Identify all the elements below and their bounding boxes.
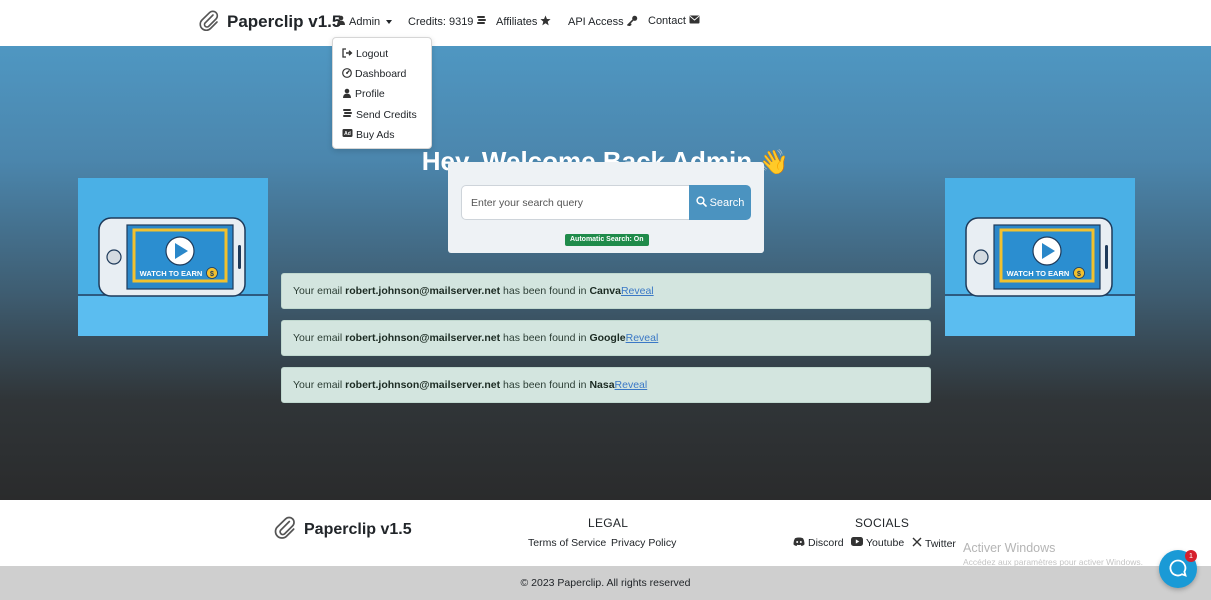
nav-affiliates[interactable]: Affiliates: [496, 15, 551, 29]
nav-user-label: Admin: [349, 15, 381, 28]
user-icon: [336, 15, 346, 28]
dropdown-item-label: Profile: [355, 88, 385, 101]
brand-logo[interactable]: Paperclip v1.5: [197, 8, 341, 36]
paperclip-icon: [197, 9, 221, 36]
ad-text: WATCH TO EARN: [140, 269, 203, 278]
dropdown-item-label: Logout: [356, 48, 389, 61]
discord-icon: [793, 537, 805, 549]
caret-down-icon: [386, 19, 393, 24]
ad-banner-right[interactable]: WATCH TO EARN $: [945, 178, 1135, 336]
dropdown-item-dashboard[interactable]: Dashboard: [333, 64, 431, 84]
reveal-link[interactable]: Reveal: [626, 332, 659, 344]
copyright-text: © 2023 Paperclip. All rights reserved: [520, 577, 691, 589]
dropdown-item-label: Buy Ads: [356, 128, 395, 141]
socials-heading: SOCIALS: [855, 516, 910, 530]
youtube-link[interactable]: Youtube: [851, 537, 904, 549]
footer-brand[interactable]: Paperclip v1.5: [272, 515, 412, 544]
search-icon: [695, 195, 707, 210]
result-alert: Your email robert.johnson@mailserver.net…: [281, 273, 931, 309]
reveal-link[interactable]: Reveal: [621, 285, 654, 297]
discord-label: Discord: [808, 537, 844, 549]
ad-banner-left[interactable]: WATCH TO EARN $: [78, 178, 268, 336]
result-alert: Your email robert.johnson@mailserver.net…: [281, 320, 931, 356]
privacy-link[interactable]: Privacy Policy: [611, 537, 676, 549]
nav-affiliates-label: Affiliates: [496, 16, 538, 28]
result-middle: has been found in: [500, 332, 590, 344]
nav-user-menu[interactable]: Admin: [336, 15, 393, 28]
svg-text:$: $: [210, 271, 214, 278]
result-prefix: Your email: [293, 379, 346, 391]
search-button-label: Search: [709, 196, 745, 209]
svg-text:$: $: [1077, 271, 1081, 278]
footer-brand-name: Paperclip v1.5: [304, 520, 412, 538]
nav-api-access[interactable]: API Access: [568, 15, 638, 29]
dropdown-item-logout[interactable]: Logout: [333, 44, 431, 64]
reveal-link[interactable]: Reveal: [615, 379, 648, 391]
result-source: Google: [589, 332, 626, 344]
dropdown-item-label: Dashboard: [355, 68, 407, 81]
paperclip-icon: [272, 515, 298, 544]
star-icon: [540, 15, 551, 29]
nav-credits-label: Credits: 9319: [408, 15, 474, 28]
dashboard-icon: [342, 67, 352, 81]
ad-icon: Ad: [342, 128, 353, 141]
result-alert: Your email robert.johnson@mailserver.net…: [281, 367, 931, 403]
automatic-search-badge[interactable]: Automatic Search: On: [565, 234, 649, 246]
result-email: robert.johnson@mailserver.net: [345, 379, 501, 391]
key-icon: [626, 15, 638, 29]
youtube-label: Youtube: [866, 537, 905, 549]
dropdown-item-send-credits[interactable]: Send Credits: [333, 105, 431, 125]
x-twitter-icon: [912, 537, 922, 550]
twitter-label: Twitter: [925, 537, 956, 550]
discord-link[interactable]: Discord: [793, 537, 844, 549]
youtube-icon: [851, 537, 863, 549]
dropdown-item-profile[interactable]: Profile: [333, 84, 431, 104]
user-icon: [342, 88, 352, 101]
result-email: robert.johnson@mailserver.net: [345, 285, 501, 297]
logout-icon: [342, 47, 353, 61]
terms-link[interactable]: Terms of Service: [528, 537, 606, 549]
footer: Paperclip v1.5 LEGAL Terms of Service Pr…: [0, 500, 1211, 567]
twitter-link[interactable]: Twitter: [912, 537, 956, 550]
navbar: Paperclip v1.5 Admin Credits: 9319 Affil…: [0, 0, 1211, 46]
nav-credits[interactable]: Credits: 9319: [408, 15, 487, 28]
chat-notification-badge: 1: [1185, 550, 1197, 562]
coins-icon: [476, 15, 487, 28]
legal-heading: LEGAL: [588, 516, 629, 530]
copyright-bar: © 2023 Paperclip. All rights reserved: [0, 566, 1211, 600]
result-middle: has been found in: [500, 379, 590, 391]
result-middle: has been found in: [500, 285, 590, 297]
windows-activation-title: Activer Windows: [963, 541, 1056, 555]
brand-name: Paperclip v1.5: [227, 12, 342, 31]
dropdown-item-label: Send Credits: [356, 108, 417, 121]
result-prefix: Your email: [293, 332, 346, 344]
ad-text: WATCH TO EARN: [1007, 269, 1070, 278]
result-prefix: Your email: [293, 285, 346, 297]
chat-bubble-icon: [1168, 558, 1188, 581]
svg-text:Ad: Ad: [344, 132, 351, 138]
dropdown-item-buy-ads[interactable]: Ad Buy Ads: [333, 125, 431, 145]
envelope-icon: [689, 15, 700, 27]
coins-icon: [342, 108, 353, 121]
nav-api-label: API Access: [568, 16, 624, 28]
result-email: robert.johnson@mailserver.net: [345, 332, 501, 344]
user-dropdown-menu: Logout Dashboard Profile Send Credits Ad…: [332, 37, 432, 149]
result-source: Nasa: [589, 379, 615, 391]
result-source: Canva: [589, 285, 621, 297]
search-input[interactable]: [461, 185, 689, 220]
nav-contact-label: Contact: [648, 15, 686, 27]
search-panel: Search Automatic Search: On: [448, 162, 764, 253]
nav-contact[interactable]: Contact: [648, 15, 700, 27]
search-button[interactable]: Search: [689, 185, 751, 220]
